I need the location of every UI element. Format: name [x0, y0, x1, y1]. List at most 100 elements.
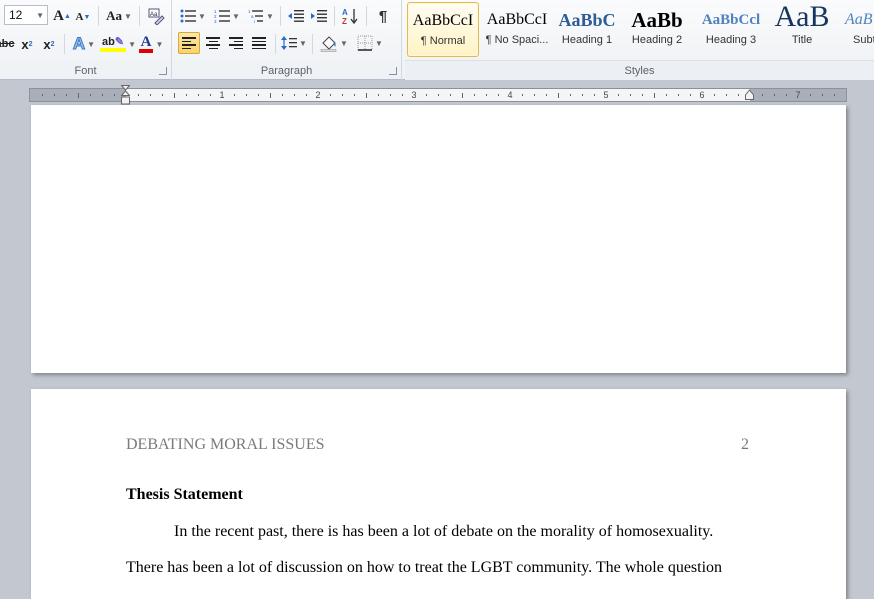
ruler-tick	[342, 94, 343, 96]
justify-icon	[252, 37, 266, 49]
align-center-button[interactable]	[202, 32, 224, 54]
ruler-tick	[162, 94, 163, 96]
shading-button[interactable]: ▼	[318, 32, 350, 54]
sort-button[interactable]: A Z	[338, 5, 362, 27]
highlight-label: ab	[102, 36, 115, 48]
right-indent-marker-handle[interactable]	[745, 89, 754, 101]
ruler-tick	[258, 94, 259, 96]
style-name: Heading 1	[561, 34, 613, 46]
clear-formatting-button[interactable]: Aa	[145, 5, 167, 27]
ruler-tick	[42, 94, 43, 96]
ruler-tick	[294, 94, 295, 96]
grow-font-button[interactable]: A ▲	[52, 6, 72, 26]
paragraph-line: In the recent past, there is has been a …	[174, 523, 714, 540]
ruler-tick	[774, 94, 775, 96]
svg-text:Aa: Aa	[150, 12, 158, 18]
strikethrough-button[interactable]: abc	[0, 34, 14, 54]
style-name: Title	[791, 34, 813, 46]
style-heading-2[interactable]: AaBb Heading 2	[623, 2, 691, 57]
ruler-tick	[558, 93, 559, 98]
shrink-font-button[interactable]: A ▼	[74, 8, 92, 26]
ruler-tick	[150, 94, 151, 96]
line-spacing-button[interactable]: ▼	[280, 32, 308, 54]
chevron-down-icon: ▼	[266, 11, 274, 21]
ruler-tick	[246, 94, 247, 96]
horizontal-ruler[interactable]: 1 2 3 4 5 6 7	[29, 88, 847, 102]
font-color-button[interactable]: A ▼	[136, 33, 166, 55]
ruler-tick	[498, 94, 499, 96]
align-left-button[interactable]	[178, 32, 200, 54]
paragraph-line: There has been a lot of discussion on ho…	[126, 559, 723, 576]
strikethrough-icon: abc	[0, 38, 15, 50]
ruler-tick	[534, 94, 535, 96]
document-page-1[interactable]	[31, 105, 846, 373]
ruler-tick	[198, 94, 199, 96]
decrease-indent-button[interactable]	[285, 5, 307, 27]
style-preview: AaBb	[631, 8, 683, 32]
styles-gallery: AaBbCcI ¶ Normal AaBbCcI ¶ No Spaci... A…	[405, 0, 874, 60]
chevron-down-icon: ▼	[123, 11, 132, 21]
superscript-button[interactable]: x2	[40, 34, 58, 54]
svg-text:Z: Z	[342, 17, 347, 25]
borders-button[interactable]: ▼	[354, 32, 386, 54]
style-name: Heading 2	[631, 34, 683, 46]
font-group: 12 ▼ A▲ A▼ Aa▼ Aa abc x2 x2	[0, 0, 172, 80]
show-formatting-marks-button[interactable]: ¶	[372, 5, 394, 27]
ruler-tick	[234, 94, 235, 96]
multilevel-list-button[interactable]: 1 a i ▼	[246, 6, 276, 26]
section-heading: Thesis Statement	[126, 486, 243, 503]
indent-marker-handle[interactable]	[121, 85, 130, 106]
ruler-tick	[186, 94, 187, 96]
style-heading-1[interactable]: AaBbC Heading 1	[555, 2, 619, 57]
text-effects-button[interactable]: A ▼	[70, 33, 98, 55]
style-no-spacing[interactable]: AaBbCcI ¶ No Spaci...	[481, 2, 553, 57]
align-right-button[interactable]	[225, 32, 247, 54]
ruler-number: 4	[507, 90, 513, 100]
style-preview: AaBbCcI	[412, 12, 474, 29]
ruler-tick	[378, 94, 379, 96]
style-normal[interactable]: AaBbCcI ¶ Normal	[407, 2, 479, 57]
bullets-button[interactable]: ▼	[178, 6, 208, 26]
ruler-tick	[174, 93, 175, 98]
font-dialog-launcher[interactable]	[159, 67, 167, 75]
ruler-tick	[102, 94, 103, 96]
ruler-tick	[594, 94, 595, 96]
svg-text:3: 3	[214, 19, 217, 23]
paragraph-group: ▼ 1 2 3 ▼ 1 a i ▼ A Z ¶ ▼ ▼ ▼ Paragraph	[172, 0, 402, 80]
ruler-tick	[450, 94, 451, 96]
ruler-tick	[810, 94, 811, 96]
separator	[280, 6, 281, 26]
ruler-tick	[354, 94, 355, 96]
ruler-tick	[738, 94, 739, 96]
multilevel-list-icon: 1 a i	[248, 9, 264, 23]
justify-button[interactable]	[248, 32, 270, 54]
numbering-button[interactable]: 1 2 3 ▼	[212, 6, 242, 26]
ruler-tick	[474, 94, 475, 96]
chevron-down-icon: ▼	[36, 11, 44, 20]
ruler-tick	[306, 94, 307, 96]
separator	[139, 6, 140, 26]
paragraph-dialog-launcher[interactable]	[389, 67, 397, 75]
style-subtitle[interactable]: AaB Subtitle	[839, 2, 874, 57]
font-size-combobox[interactable]: 12 ▼	[4, 5, 48, 25]
ruler-tick	[654, 93, 655, 98]
increase-indent-button[interactable]	[308, 5, 330, 27]
superscript-icon: x	[43, 36, 51, 52]
borders-icon	[357, 35, 373, 51]
style-heading-3[interactable]: AaBbCcl Heading 3	[695, 2, 767, 57]
ruler-number: 1	[219, 90, 225, 100]
style-title[interactable]: AaB Title	[769, 2, 835, 57]
document-page-2[interactable]: DEBATING MORAL ISSUES 2 Thesis Statement…	[31, 389, 846, 599]
grow-font-icon: A	[53, 7, 64, 24]
subscript-button[interactable]: x2	[18, 34, 36, 54]
separator	[334, 6, 335, 26]
change-case-button[interactable]: Aa ▼	[104, 6, 134, 26]
ruler-tick	[546, 94, 547, 96]
ruler-tick	[690, 94, 691, 96]
ruler-tick	[834, 94, 835, 96]
highlight-button[interactable]: ab✎ ▼	[100, 33, 136, 55]
page-number: 2	[741, 436, 749, 453]
align-left-icon	[182, 37, 196, 49]
ruler-area: 1 2 3 4 5 6 7	[0, 81, 874, 105]
style-preview: AaB	[774, 2, 830, 33]
